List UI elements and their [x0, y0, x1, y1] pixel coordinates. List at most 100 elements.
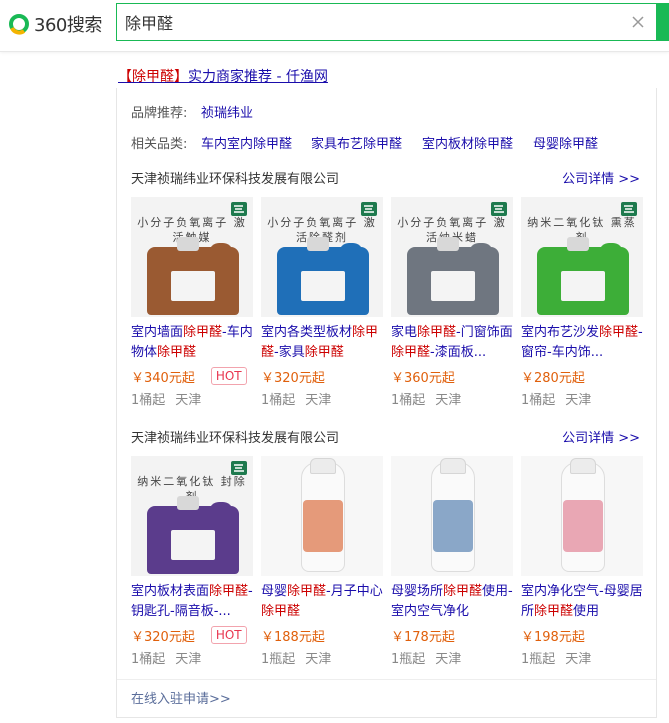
product-card[interactable]: 小分子负氧离子 激活纳米蜡家电除甲醛-门窗饰面除甲醛-漆面板...￥360元起1… — [391, 197, 513, 408]
product-name-text: 室内板材表面 — [131, 584, 210, 599]
product-name-link[interactable]: 室内板材表面除甲醛-钥匙孔-隔音板-... — [131, 582, 253, 622]
location: 天津 — [175, 652, 202, 667]
ad-card: 品牌推荐: 祯瑞纬业 相关品类: 车内室内除甲醛 家具布艺除甲醛 室内板材除甲醛… — [116, 88, 657, 718]
product-name-link[interactable]: 室内墙面除甲醛-车内物体除甲醛 — [131, 323, 253, 363]
category-link[interactable]: 车内室内除甲醛 — [201, 133, 292, 152]
brand-label: 品牌推荐: — [131, 106, 188, 121]
product-name-keyword: 除甲醛 — [391, 345, 431, 360]
product-name-link[interactable]: 母婴场所除甲醛使用-室内空气净化 — [391, 582, 513, 622]
brand-badge-icon — [621, 201, 637, 216]
product-name-link[interactable]: 家电除甲醛-门窗饰面除甲醛-漆面板... — [391, 323, 513, 363]
location: 天津 — [565, 652, 592, 667]
jug-cap — [307, 237, 329, 251]
product-price: ￥198元起 — [521, 629, 585, 645]
price-row: ￥320元起 — [261, 365, 383, 387]
bottle-label — [303, 500, 343, 552]
product-card[interactable]: 小分子负氧离子 激活触媒室内墙面除甲醛-车内物体除甲醛 ￥340元起 HOT 1桶起天… — [131, 197, 253, 408]
ad-title-link[interactable]: 【除甲醛】实力商家推荐 - 仟渔网 — [118, 66, 328, 86]
product-image[interactable] — [521, 456, 643, 576]
product-meta: 1桶起 天津 — [131, 648, 253, 667]
product-image[interactable]: 纳米二氧化钛 封除剂 — [131, 456, 253, 576]
product-meta: 1瓶起 天津 — [521, 648, 643, 667]
product-card[interactable]: 纳米二氧化钛 封除剂室内板材表面除甲醛-钥匙孔-隔音板-... ￥320元起 HOT… — [131, 456, 253, 667]
product-image[interactable] — [391, 456, 513, 576]
product-name-link[interactable]: 室内布艺沙发除甲醛-窗帘-车内饰... — [521, 323, 643, 363]
product-card[interactable]: 小分子负氧离子 激活除醛剂室内各类型板材除甲醛-家具除甲醛￥320元起1桶起天津 — [261, 197, 383, 408]
price-row: ￥320元起 HOT — [131, 624, 253, 646]
product-meta: 1瓶起 天津 — [261, 648, 383, 667]
category-link[interactable]: 母婴除甲醛 — [533, 133, 598, 152]
bottle-label — [433, 500, 473, 552]
search-input[interactable] — [125, 4, 625, 40]
brand-link[interactable]: 祯瑞纬业 — [201, 102, 253, 121]
product-card[interactable]: 纳米二氧化钛 熏蒸剂室内布艺沙发除甲醛-窗帘-车内饰... ￥280元起 1桶起天津 — [521, 197, 643, 408]
product-name-keyword: 除甲醛 — [534, 604, 574, 619]
product-name-keyword: 除甲醛 — [287, 584, 327, 599]
bottle-cap — [570, 458, 596, 474]
search-button[interactable] — [656, 3, 669, 41]
product-image[interactable]: 小分子负氧离子 激活纳米蜡 — [391, 197, 513, 317]
product-name-text: -月子中心 — [326, 584, 383, 599]
jug-label — [171, 530, 215, 560]
min-quantity: 1桶起 — [391, 393, 426, 408]
product-meta: 1桶起 天津 — [521, 389, 643, 408]
category-link[interactable]: 家具布艺除甲醛 — [311, 133, 402, 152]
clear-icon[interactable] — [630, 14, 646, 30]
company-detail-link[interactable]: 公司详情 >> — [562, 427, 640, 446]
search-box[interactable] — [116, 3, 656, 41]
jug-label — [561, 271, 605, 301]
product-name-link[interactable]: 室内净化空气-母婴居所除甲醛使用 — [521, 582, 643, 622]
product-meta: 1桶起 天津 — [261, 389, 383, 408]
brand-badge-icon — [361, 201, 377, 216]
company-detail-link[interactable]: 公司详情 >> — [562, 168, 640, 187]
bottle-label — [563, 500, 603, 552]
min-quantity: 1桶起 — [131, 652, 166, 667]
jug-cap — [177, 237, 199, 251]
price-row: ￥280元起 — [521, 365, 643, 387]
product-image[interactable]: 小分子负氧离子 激活触媒 — [131, 197, 253, 317]
logo[interactable]: 360搜索 — [8, 12, 102, 36]
divider — [117, 679, 656, 680]
min-quantity: 1桶起 — [261, 393, 296, 408]
price-row: ￥178元起 — [391, 624, 513, 646]
brand-badge-icon — [231, 201, 247, 216]
product-name-text: 使用 — [573, 604, 600, 619]
product-name-keyword: 除甲醛 — [599, 325, 639, 340]
product-name-link[interactable]: 母婴除甲醛-月子中心除甲醛 — [261, 582, 383, 622]
location: 天津 — [565, 393, 592, 408]
apply-link[interactable]: 在线入驻申请>> — [131, 688, 231, 707]
product-name-text: -门窗饰面 — [456, 325, 513, 340]
product-name-keyword: 除甲醛 — [304, 345, 344, 360]
product-image[interactable]: 小分子负氧离子 激活除醛剂 — [261, 197, 383, 317]
product-card[interactable]: 母婴场所除甲醛使用-室内空气净化 ￥178元起 1瓶起 天津 — [391, 456, 513, 667]
category-link[interactable]: 室内板材除甲醛 — [422, 133, 513, 152]
location: 天津 — [305, 393, 332, 408]
product-name-text: 家电 — [391, 325, 418, 340]
product-price: ￥280元起 — [521, 370, 585, 386]
company-name: 天津祯瑞纬业环保科技发展有限公司 — [131, 172, 340, 187]
bottle-cap — [310, 458, 336, 474]
product-name-text: 室内墙面 — [131, 325, 184, 340]
jug-cap — [177, 496, 199, 510]
price-row: ￥198元起 — [521, 624, 643, 646]
category-label: 相关品类: — [131, 137, 188, 152]
product-name-link[interactable]: 室内各类型板材除甲醛-家具除甲醛 — [261, 323, 383, 363]
jug-label — [301, 271, 345, 301]
product-price: ￥360元起 — [391, 370, 455, 386]
location: 天津 — [435, 652, 462, 667]
price-row: ￥188元起 — [261, 624, 383, 646]
product-name-keyword: 除甲醛 — [183, 325, 223, 340]
logo-text: 360搜索 — [34, 15, 102, 36]
logo-icon — [9, 14, 29, 35]
product-card[interactable]: 室内净化空气-母婴居所除甲醛使用 ￥198元起 1瓶起 天津 — [521, 456, 643, 667]
product-image[interactable] — [261, 456, 383, 576]
jug-cap — [437, 237, 459, 251]
product-image[interactable]: 纳米二氧化钛 熏蒸剂 — [521, 197, 643, 317]
product-name-text: 室内各类型板材 — [261, 325, 353, 340]
product-meta: 1桶起 天津 — [131, 389, 253, 408]
min-quantity: 1瓶起 — [391, 652, 426, 667]
product-price: ￥340元起 — [131, 370, 195, 386]
product-name-text: -家具 — [274, 345, 305, 360]
product-card[interactable]: 母婴除甲醛-月子中心除甲醛 ￥188元起 1瓶起 天津 — [261, 456, 383, 667]
product-meta: 1桶起 天津 — [391, 389, 513, 408]
